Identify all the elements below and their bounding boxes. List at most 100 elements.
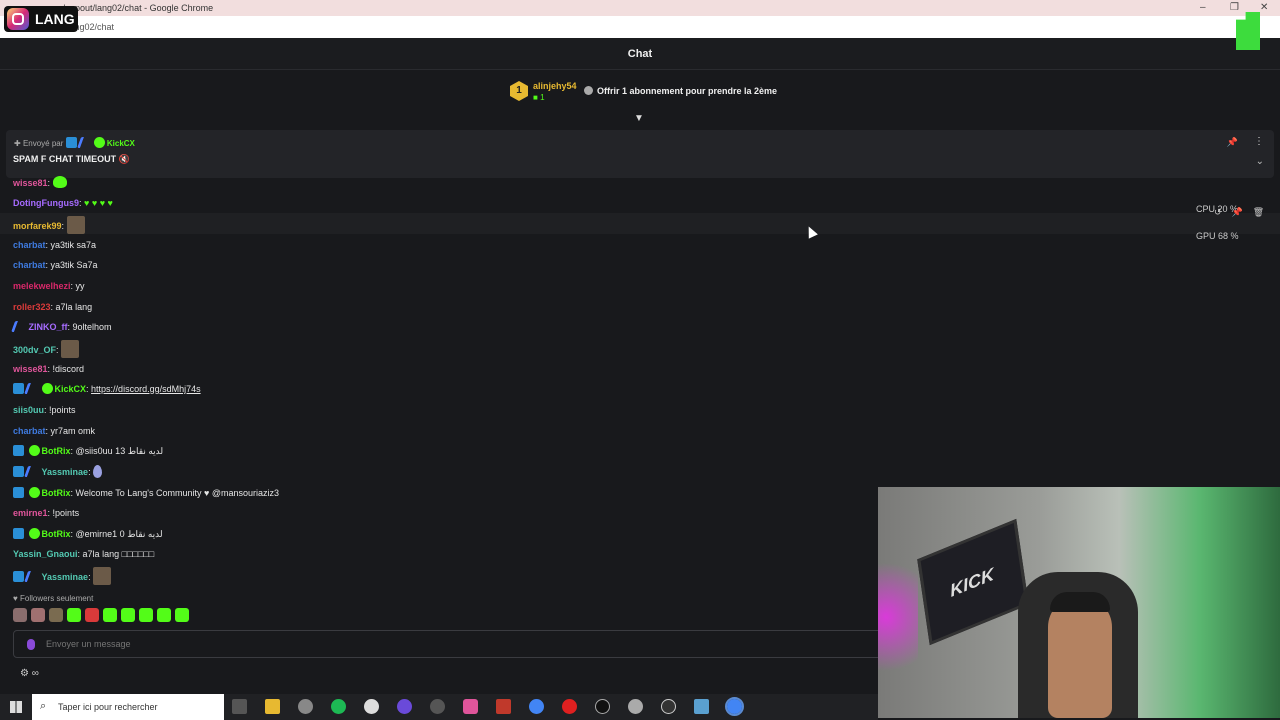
minimize-icon[interactable]: – <box>1200 2 1206 13</box>
moderator-badge-icon <box>65 137 77 148</box>
app-icon[interactable] <box>397 699 412 714</box>
delete-icon[interactable]: 🗑 <box>1253 207 1264 217</box>
streamer-hair <box>1050 592 1110 612</box>
gift-sub-button[interactable]: Offrir 1 abonnement pour prendre la 2ème <box>584 86 777 96</box>
emote-picker-row <box>13 608 193 624</box>
chrome-icon[interactable] <box>725 697 744 716</box>
kick-screen: KICK <box>917 518 1029 646</box>
emote-icon[interactable] <box>85 608 99 622</box>
moderator-badge-icon <box>13 466 24 477</box>
emote-icon[interactable] <box>175 608 189 622</box>
chat-message: melekwelhezi: yy <box>13 281 85 291</box>
chat-message: wisse81: <box>13 175 67 191</box>
emote-icon <box>66 216 85 234</box>
obs-icon[interactable] <box>364 699 379 714</box>
vip-badge-icon <box>23 383 40 394</box>
address-bar[interactable]: ...pout/lang02/chat <box>0 16 1280 38</box>
moderator-badge-icon <box>13 487 24 498</box>
chat-message: Yassminae: <box>13 464 103 480</box>
pinned-message: ✚ Envoyé par KickCX SPAM F CHAT TIMEOUT … <box>6 130 1274 178</box>
emote-icon[interactable] <box>13 608 27 622</box>
close-icon[interactable]: ✕ <box>1260 2 1268 13</box>
emote-icon[interactable] <box>67 608 81 622</box>
emote-icon[interactable] <box>103 608 117 622</box>
emote-icon[interactable] <box>31 608 45 622</box>
settings-row: ⚙ ∞ <box>20 668 39 679</box>
verified-badge-icon <box>28 487 40 498</box>
opera-icon[interactable] <box>562 699 577 714</box>
app-icon[interactable] <box>496 699 511 714</box>
chrome-icon[interactable] <box>529 699 544 714</box>
app-icon[interactable] <box>298 699 313 714</box>
more-options-icon[interactable]: ⋮ <box>1254 136 1264 147</box>
chat-message: charbat: ya3tik Sa7a <box>13 260 98 270</box>
pinned-sender: ✚ Envoyé par KickCX <box>14 137 135 148</box>
infinity-icon[interactable]: ∞ <box>32 668 39 679</box>
gpu-readout: GPU 68 % <box>1196 231 1239 241</box>
instagram-icon <box>7 8 29 30</box>
message-input-box[interactable] <box>13 630 885 658</box>
lang-instagram-logo: LANG <box>4 6 78 32</box>
moderator-badge-icon <box>13 571 24 582</box>
emote-icon <box>93 465 103 478</box>
chat-message: charbat: yr7am omk <box>13 426 96 436</box>
pink-light <box>878 547 918 687</box>
reply-icon[interactable]: ↺ <box>1214 207 1222 217</box>
app-icon[interactable] <box>628 699 643 714</box>
browser-titlebar: ...com/popout/lang02/chat - Google Chrom… <box>0 0 1280 16</box>
chat-message: 300dv_OF: <box>13 340 80 358</box>
emote-icon[interactable] <box>49 608 63 622</box>
chat-message: siis0uu: !points <box>13 405 76 415</box>
pin-icon[interactable]: 📌 <box>1227 137 1238 148</box>
moderator-badge-icon <box>13 445 24 456</box>
gift-icon <box>584 86 593 95</box>
vip-badge-icon <box>10 321 27 332</box>
tiktok-icon[interactable] <box>595 699 610 714</box>
microphone-icon[interactable] <box>27 639 35 650</box>
scroll-down-icon[interactable]: ▼ <box>634 113 644 124</box>
taskbar-search[interactable]: ⌕ Taper ici pour rechercher <box>32 694 224 720</box>
chat-title: Chat <box>627 48 653 60</box>
chat-message: Yassminae: <box>13 567 112 585</box>
settings-icon[interactable]: ⚙ <box>20 668 29 679</box>
chat-message: KickCX: https://discord.gg/sdMhj74s <box>13 381 201 397</box>
vip-badge-icon <box>23 466 40 477</box>
chat-message: BotRix: @emirne1 0 لديه نقاط <box>13 526 163 542</box>
task-view-icon[interactable] <box>232 699 247 714</box>
app-icon[interactable] <box>430 699 445 714</box>
emote-icon <box>93 567 112 585</box>
search-icon: ⌕ <box>40 700 47 712</box>
emote-icon <box>52 176 67 188</box>
spotify-icon[interactable] <box>331 699 346 714</box>
pinned-text: SPAM F CHAT TIMEOUT 🔇 <box>13 154 130 164</box>
vip-badge-icon <box>76 137 92 148</box>
followers-only-notice: ♥ Followers seulement <box>13 594 94 603</box>
message-actions: ↺ 📌 🗑 <box>1214 207 1276 223</box>
discord-link[interactable]: https://discord.gg/sdMhj74s <box>91 384 201 394</box>
windows-start-icon[interactable] <box>10 701 22 713</box>
chat-message: BotRix: Welcome To Lang's Community ♥ @m… <box>13 485 279 501</box>
chat-message: roller323: a7la lang <box>13 302 93 312</box>
chevron-down-icon[interactable]: ⌄ <box>1256 156 1264 167</box>
verified-badge-icon <box>28 528 40 539</box>
file-explorer-icon[interactable] <box>265 699 280 714</box>
emote-icon[interactable] <box>139 608 153 622</box>
taskbar-apps <box>232 697 760 716</box>
maximize-icon[interactable]: ❐ <box>1230 2 1239 13</box>
mute-icon: 🔇 <box>118 154 130 164</box>
chat-message: emirne1: !points <box>13 508 80 518</box>
app-icon[interactable] <box>694 699 709 714</box>
hovered-message-highlight <box>0 213 1280 234</box>
verified-badge-icon <box>93 137 105 148</box>
chat-message: BotRix: @siis0uu 13 لديه نقاط <box>13 443 163 459</box>
emote-icon[interactable] <box>121 608 135 622</box>
gifter-username[interactable]: alinjehy54 <box>533 81 577 91</box>
emote-icon <box>61 340 80 358</box>
emote-icon[interactable] <box>157 608 171 622</box>
chat-message: morfarek99: <box>13 216 85 234</box>
play-icon[interactable] <box>661 699 676 714</box>
pin-icon[interactable]: 📌 <box>1232 207 1243 217</box>
vip-badge-icon <box>23 571 40 582</box>
message-input[interactable] <box>46 635 866 653</box>
app-icon[interactable] <box>463 699 478 714</box>
